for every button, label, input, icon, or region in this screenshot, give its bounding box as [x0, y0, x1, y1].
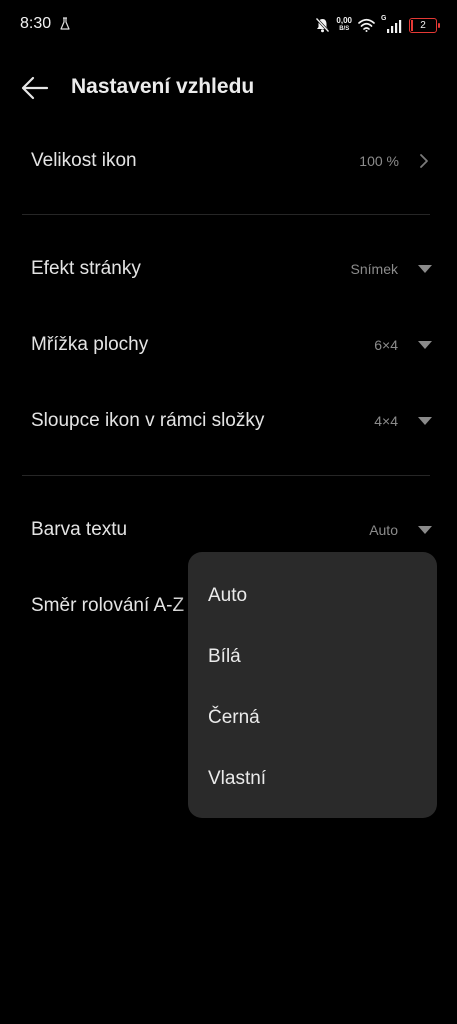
- setting-value: 100 %: [359, 153, 399, 169]
- status-time: 8:30: [20, 15, 52, 32]
- setting-label: Mřížka plochy: [31, 334, 149, 355]
- caret-down-icon: [418, 265, 432, 273]
- caret-down-icon: [418, 341, 432, 349]
- setting-value: Snímek: [350, 261, 398, 277]
- dropdown-option-custom[interactable]: Vlastní: [188, 748, 437, 809]
- setting-label: Směr rolování A-Z: [31, 595, 185, 616]
- setting-icon-size[interactable]: Velikost ikon 100 %: [0, 131, 457, 191]
- setting-value: 6×4: [374, 337, 398, 353]
- bell-off-icon: [315, 17, 330, 33]
- network-speed-value: 0,00: [336, 16, 352, 25]
- header: Nastavení vzhledu: [0, 60, 457, 116]
- text-color-dropdown: Auto Bílá Černá Vlastní: [188, 552, 437, 818]
- setting-label: Barva textu: [31, 519, 128, 540]
- setting-desktop-grid[interactable]: Mřížka plochy 6×4: [0, 315, 457, 375]
- battery-indicator: 2: [409, 17, 440, 33]
- divider: [22, 214, 430, 215]
- status-bar: 8:30 0,00 B/S G 2: [0, 0, 457, 50]
- setting-label: Sloupce ikon v rámci složky: [31, 410, 265, 431]
- page-title: Nastavení vzhledu: [71, 75, 255, 98]
- setting-text-color[interactable]: Barva textu Auto: [0, 500, 457, 560]
- caret-down-icon: [418, 417, 432, 425]
- divider: [22, 475, 430, 476]
- battery-fill: [411, 19, 413, 31]
- dropdown-option-auto[interactable]: Auto: [188, 565, 437, 626]
- signal-indicator: G: [381, 15, 403, 33]
- chevron-right-icon: [420, 154, 428, 168]
- battery-level: 2: [420, 19, 426, 31]
- flask-icon: [60, 17, 70, 30]
- network-speed-unit: B/S: [339, 26, 350, 32]
- status-icons: 0,00 B/S G 2: [315, 14, 440, 36]
- setting-label: Efekt stránky: [31, 258, 141, 279]
- back-arrow-icon[interactable]: [20, 74, 50, 102]
- setting-value: Auto: [369, 522, 398, 538]
- caret-down-icon: [418, 526, 432, 534]
- setting-page-effect[interactable]: Efekt stránky Snímek: [0, 239, 457, 299]
- dropdown-option-white[interactable]: Bílá: [188, 626, 437, 687]
- wifi-icon: [358, 18, 375, 32]
- setting-folder-icon-columns[interactable]: Sloupce ikon v rámci složky 4×4: [0, 391, 457, 451]
- screen: 8:30 0,00 B/S G 2 Nastavení vzhledu Veli…: [0, 0, 457, 1024]
- signal-icon: [387, 20, 402, 33]
- network-speed: 0,00 B/S: [336, 17, 352, 33]
- dropdown-option-black[interactable]: Černá: [188, 687, 437, 748]
- setting-value: 4×4: [374, 413, 398, 429]
- setting-label: Velikost ikon: [31, 150, 137, 171]
